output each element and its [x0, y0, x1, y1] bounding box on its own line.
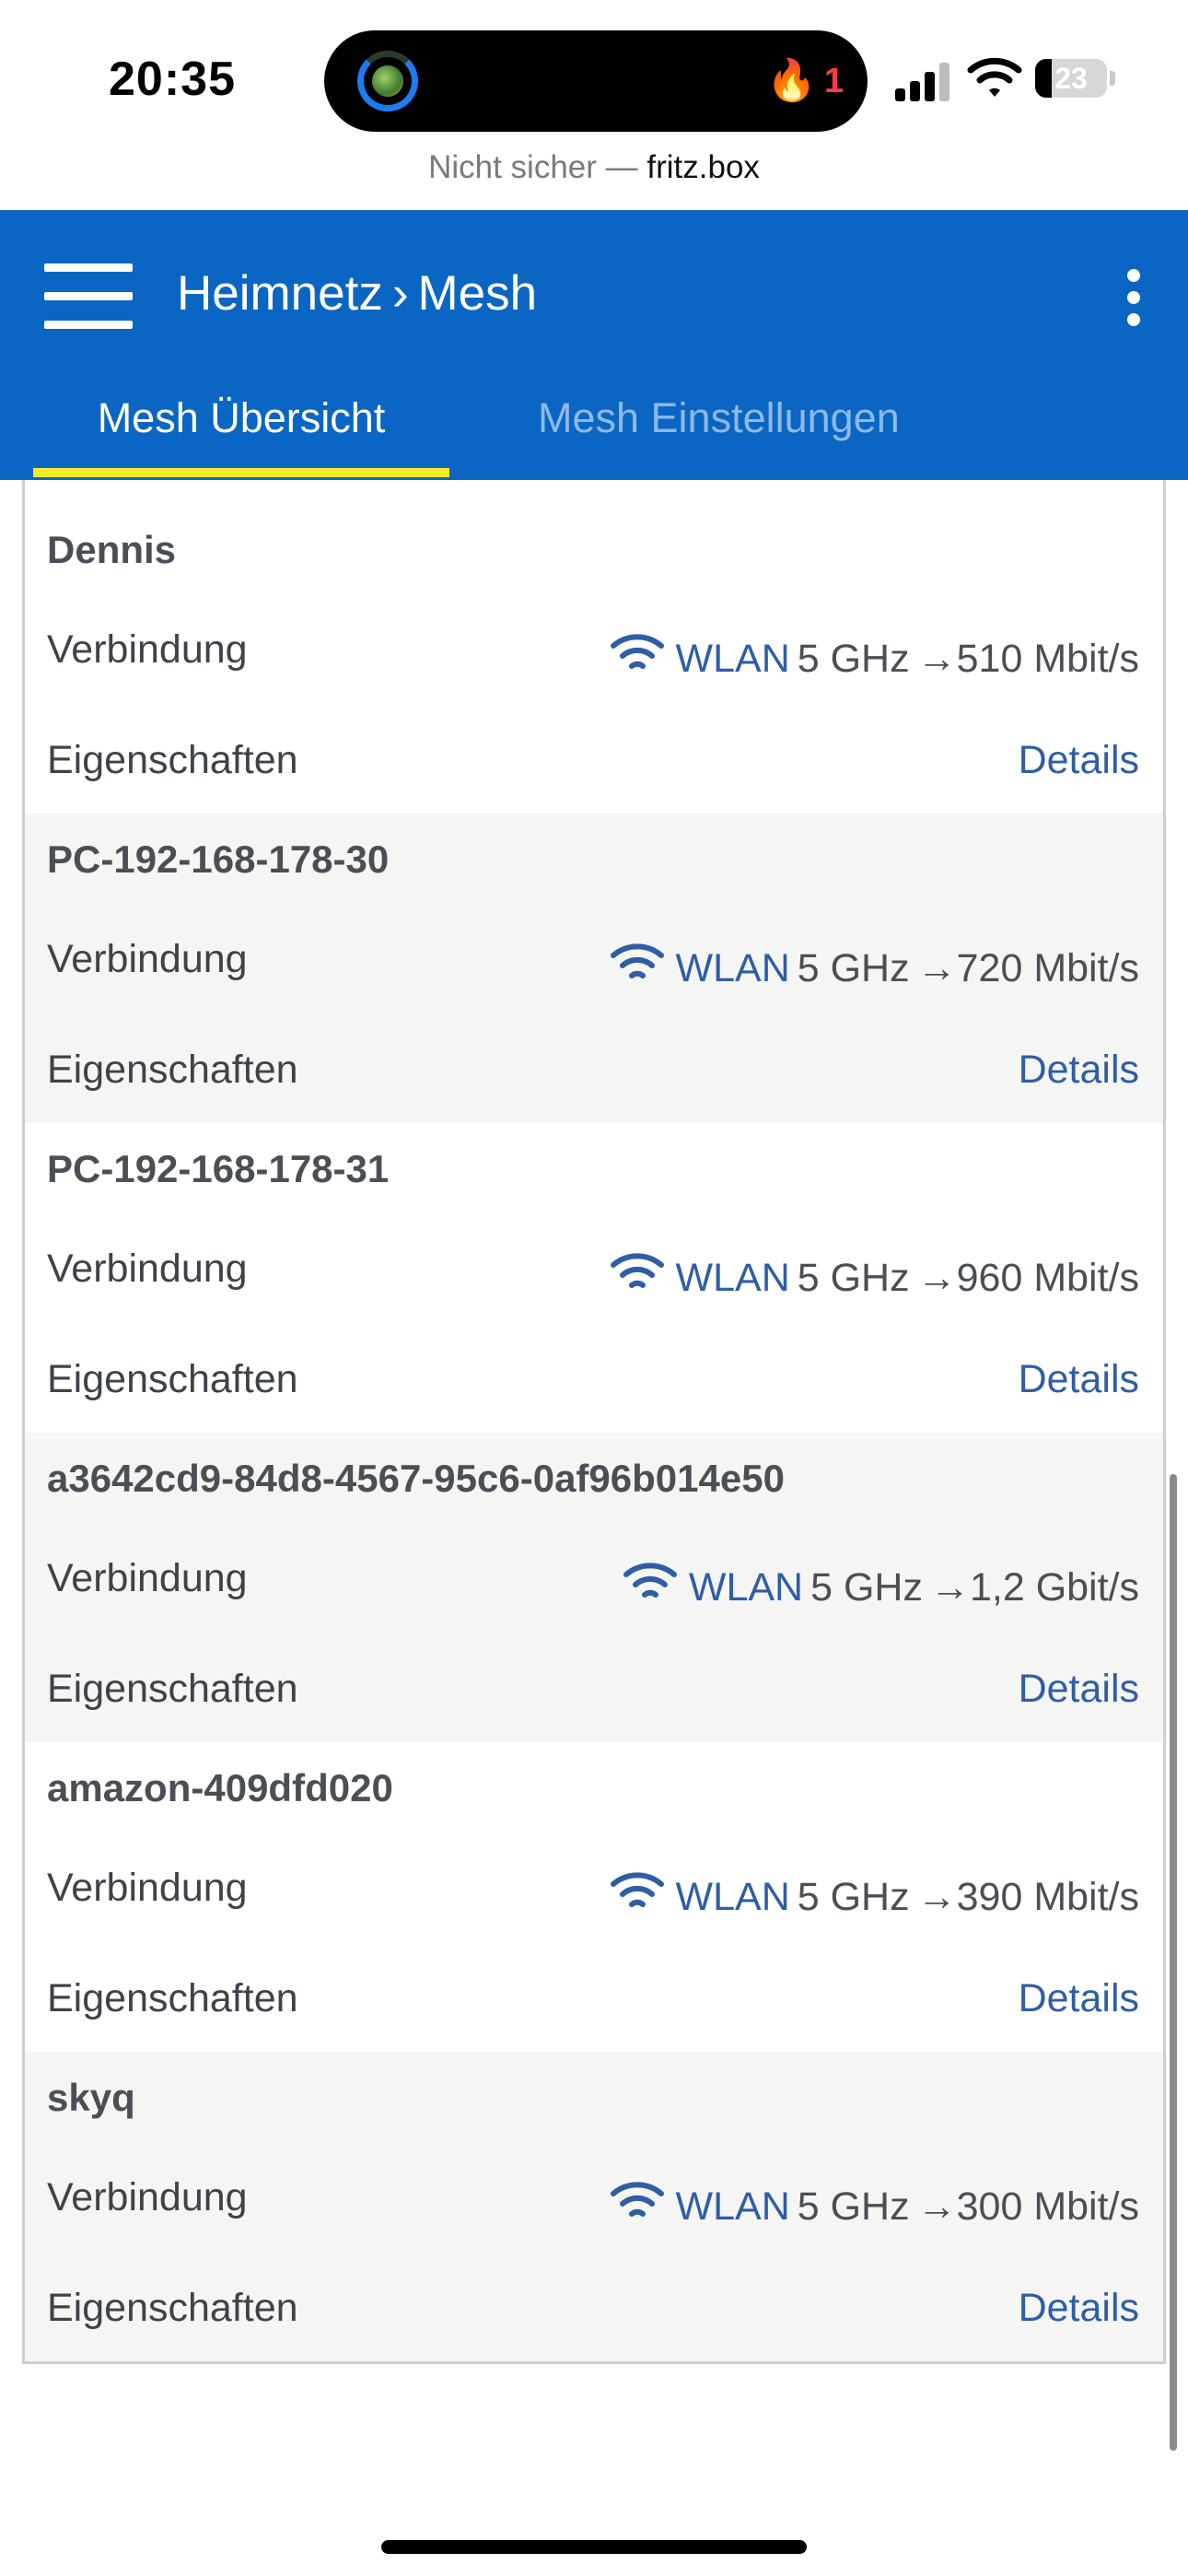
connection-type: WLAN	[675, 637, 790, 681]
connection-type: WLAN	[675, 946, 790, 990]
device-card: skyq Verbindung WLAN 5 GHz →300 Mbit/s Eig…	[25, 2052, 1163, 2361]
connection-speed: →960 Mbit/s	[916, 1256, 1139, 1300]
connection-value: WLAN 5 GHz →300 Mbit/s	[610, 2179, 1139, 2230]
home-indicator[interactable]	[381, 2540, 807, 2554]
properties-label: Eigenschaften	[47, 1667, 298, 1711]
wifi-icon	[610, 943, 664, 978]
security-warning: Nicht sicher —	[428, 149, 638, 185]
device-card: amazon-409dfd020 Verbindung WLAN 5 GHz →39…	[25, 1742, 1163, 2052]
battery-percent: 23	[1054, 62, 1088, 95]
active-tab-indicator	[33, 468, 449, 477]
connection-type: WLAN	[675, 1875, 790, 1919]
details-link[interactable]: Details	[1019, 1667, 1139, 1712]
details-link[interactable]: Details	[1019, 1976, 1139, 2021]
wifi-icon	[610, 1253, 664, 1288]
connection-value: WLAN 5 GHz →1,2 Gbit/s	[623, 1560, 1139, 1610]
device-name: a3642cd9-84d8-4567-95c6-0af96b014e50	[47, 1457, 785, 1500]
device-name: Dennis	[47, 528, 177, 571]
connection-speed: →720 Mbit/s	[916, 946, 1139, 990]
app-header: Heimnetz › Mesh Mesh Übersicht Mesh Einste…	[0, 210, 1188, 480]
connection-speed: →1,2 Gbit/s	[929, 1565, 1139, 1610]
menu-icon[interactable]	[44, 260, 133, 334]
properties-label: Eigenschaften	[47, 1357, 298, 1401]
connection-type: WLAN	[688, 1565, 804, 1610]
breadcrumb-parent[interactable]: Heimnetz	[177, 266, 383, 321]
properties-label: Eigenschaften	[47, 738, 298, 782]
breadcrumb: Heimnetz › Mesh	[177, 265, 537, 322]
details-link[interactable]: Details	[1019, 1048, 1139, 1093]
connection-value: WLAN 5 GHz →390 Mbit/s	[610, 1869, 1139, 1920]
device-card: PC-192-168-178-30 Verbindung WLAN 5 GHz →7…	[25, 814, 1163, 1123]
connection-speed: →300 Mbit/s	[916, 2184, 1139, 2229]
connection-speed: →390 Mbit/s	[916, 1875, 1139, 1919]
connection-label: Verbindung	[47, 1247, 248, 1291]
cellular-signal-icon	[895, 61, 950, 101]
device-name: PC-192-168-178-30	[47, 837, 390, 881]
details-link[interactable]: Details	[1019, 738, 1139, 783]
device-name: amazon-409dfd020	[47, 1766, 393, 1809]
more-options-icon[interactable]	[1120, 267, 1147, 328]
breadcrumb-current: Mesh	[417, 266, 538, 321]
device-card: Dennis Verbindung WLAN 5 GHz →510 Mbit/s E…	[25, 480, 1163, 814]
status-bar: 20:35 🔥 1 23 Nicht sicher — fritz.box	[0, 0, 1188, 185]
device-name: PC-192-168-178-31	[47, 1147, 390, 1190]
details-link[interactable]: Details	[1019, 2286, 1139, 2331]
dynamic-island: 🔥 1	[324, 30, 868, 132]
flame-icon: 🔥	[766, 58, 817, 103]
battery-tip	[1110, 71, 1115, 86]
connection-band: 5 GHz	[797, 2184, 910, 2229]
device-card: a3642cd9-84d8-4567-95c6-0af96b014e50 Ver…	[25, 1433, 1163, 1742]
connection-label: Verbindung	[47, 1556, 248, 1600]
scrollbar[interactable]	[1170, 1474, 1177, 2451]
connection-band: 5 GHz	[810, 1565, 923, 1610]
connection-label: Verbindung	[47, 627, 248, 672]
battery-icon: 23	[1035, 59, 1107, 98]
connection-speed: →510 Mbit/s	[916, 637, 1139, 681]
connection-band: 5 GHz	[797, 946, 910, 990]
connection-band: 5 GHz	[797, 1875, 910, 1919]
connection-type: WLAN	[675, 1256, 790, 1300]
wifi-icon	[610, 2182, 664, 2217]
connection-value: WLAN 5 GHz →720 Mbit/s	[610, 941, 1139, 991]
details-link[interactable]: Details	[1019, 1357, 1139, 1402]
connection-label: Verbindung	[47, 937, 248, 981]
connection-value: WLAN 5 GHz →960 Mbit/s	[610, 1250, 1139, 1301]
address-bar[interactable]: Nicht sicher — fritz.box	[0, 149, 1188, 186]
wifi-icon	[623, 1563, 677, 1598]
properties-label: Eigenschaften	[47, 1976, 298, 2020]
tab-mesh-overview[interactable]: Mesh Übersicht	[33, 394, 449, 442]
wifi-status-icon	[967, 57, 1022, 97]
status-time: 20:35	[109, 53, 236, 106]
connection-band: 5 GHz	[797, 1256, 910, 1300]
properties-label: Eigenschaften	[47, 2286, 298, 2330]
connection-label: Verbindung	[47, 2175, 248, 2219]
connection-band: 5 GHz	[797, 637, 910, 681]
connection-value: WLAN 5 GHz →510 Mbit/s	[610, 631, 1139, 682]
connection-label: Verbindung	[47, 1866, 248, 1910]
activity-ring-icon	[357, 51, 418, 111]
device-name: skyq	[47, 2076, 135, 2119]
device-card: PC-192-168-178-31 Verbindung WLAN 5 GHz →9…	[25, 1123, 1163, 1433]
connection-type: WLAN	[675, 2184, 790, 2229]
wifi-icon	[610, 1872, 664, 1907]
properties-label: Eigenschaften	[47, 1048, 298, 1092]
chevron-right-icon: ›	[391, 266, 409, 321]
page-host: fritz.box	[646, 149, 760, 185]
tab-mesh-settings[interactable]: Mesh Einstellungen	[538, 394, 900, 442]
notification-count: 1	[824, 62, 844, 100]
wifi-icon	[610, 634, 664, 669]
